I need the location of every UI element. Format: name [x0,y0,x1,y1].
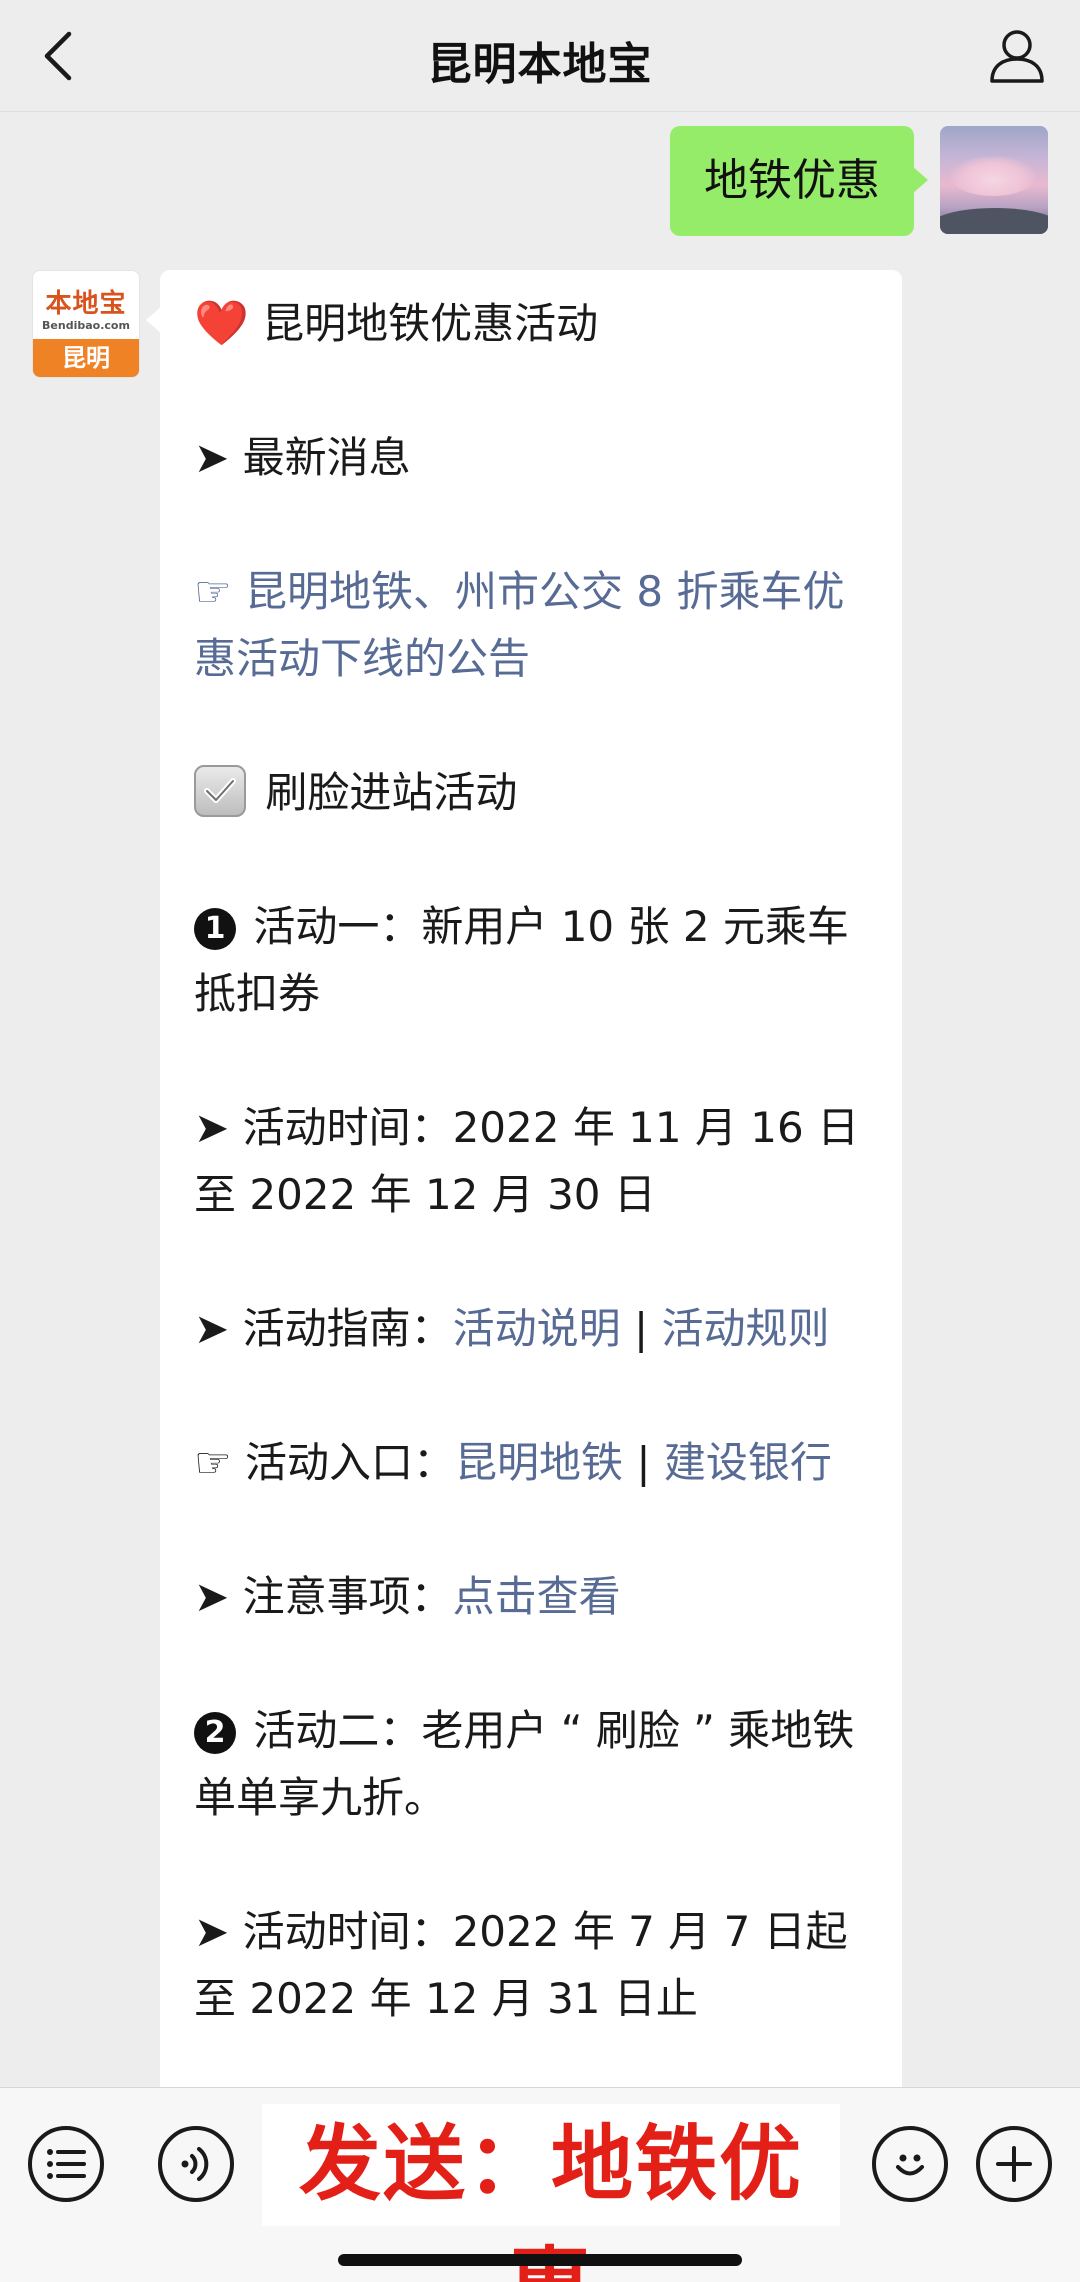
separator: | [620,1304,662,1353]
activity-one-time-line: ➤ 活动时间：2022 年 11 月 16 日至 2022 年 12 月 30 … [194,1094,872,1228]
notes-link[interactable]: 点击查看 [453,1572,621,1621]
pointing-hand-icon: ☞ [194,1438,232,1487]
separator: | [623,1438,664,1487]
notice-line: ☞ 昆明地铁、州市公交 8 折乘车优惠活动下线的公告 [194,558,872,692]
emoji-button[interactable] [872,2126,948,2202]
notes-label: 注意事项： [242,1572,453,1621]
message-title-line: ❤️ 昆明地铁优惠活动 [194,290,872,357]
page-title: 昆明本地宝 [427,39,653,90]
avatar-city-label: 昆明 [33,339,139,377]
incoming-message-row: 本地宝 Bendibao.com 昆明 ❤️ 昆明地铁优惠活动 ➤ 最新消息 ☞… [32,270,902,2087]
guide-label: 活动指南： [242,1304,453,1353]
home-indicator[interactable] [338,2254,742,2266]
plus-button[interactable] [976,2126,1052,2202]
outgoing-message-bubble[interactable]: 地铁优惠 [670,126,928,236]
arrow-icon: ➤ [194,1103,230,1152]
emoji-icon [896,2154,924,2176]
entry-bank-link[interactable]: 建设银行 [664,1438,832,1487]
bottom-input-bar: 发送：地铁优惠 [0,2087,1080,2282]
arrow-icon: ➤ [194,433,230,482]
checkbox-icon [194,765,246,817]
profile-button[interactable] [984,22,1050,88]
number-one-icon: 1 [194,908,236,950]
activity-two-line: 2 活动二：老用户 “ 刷脸 ” 乘地铁单单享九折。 [194,1697,872,1831]
incoming-message-bubble[interactable]: ❤️ 昆明地铁优惠活动 ➤ 最新消息 ☞ 昆明地铁、州市公交 8 折乘车优惠活动… [146,270,902,2087]
send-keyword-overlay: 发送：地铁优惠 [262,2104,840,2282]
chat-area[interactable]: 地铁优惠 本地宝 Bendibao.com 昆明 ❤️ 昆明地铁优惠活动 ➤ 最… [0,112,1080,2087]
arrow-icon: ➤ [194,1304,230,1353]
latest-news-line: ➤ 最新消息 [194,424,872,491]
entry-label: 活动入口： [245,1438,456,1487]
activity-one-time-label: 活动时间： [242,1103,453,1152]
guide-rules-link[interactable]: 活动规则 [661,1304,829,1353]
entry-line: ☞ 活动入口：昆明地铁 | 建设银行 [194,1429,872,1496]
number-two-icon: 2 [194,1712,236,1754]
activity-one-line: 1 活动一：新用户 10 张 2 元乘车抵扣券 [194,893,872,1027]
notes-line: ➤ 注意事项：点击查看 [194,1563,872,1630]
outgoing-message-row: 地铁优惠 [670,126,1048,236]
avatar-cloud [950,156,1036,196]
pointing-hand-icon: ☞ [194,567,232,616]
avatar-logo-url: Bendibao.com [42,319,130,332]
avatar-logo-text: 本地宝 [45,289,127,319]
activity-two-text: 活动二：老用户 “ 刷脸 ” 乘地铁单单享九折。 [194,1706,855,1822]
menu-icon [47,2149,86,2179]
latest-news-label: 最新消息 [242,433,411,482]
activity-one-text: 活动一：新用户 10 张 2 元乘车抵扣券 [194,902,849,1018]
heart-icon: ❤️ [194,298,249,349]
notice-link[interactable]: 昆明地铁、州市公交 8 折乘车优惠活动下线的公告 [194,567,844,683]
voice-button[interactable] [158,2126,234,2202]
arrow-icon: ➤ [194,1907,230,1956]
voice-icon [181,2147,209,2181]
face-scan-line: 刷脸进站活动 [194,759,872,826]
face-scan-label: 刷脸进站活动 [265,768,518,817]
person-icon [990,30,1044,83]
message-title: 昆明地铁优惠活动 [262,299,599,348]
arrow-icon: ➤ [194,1572,230,1621]
bot-avatar[interactable]: 本地宝 Bendibao.com 昆明 [32,270,140,378]
activity-two-time-label: 活动时间： [242,1907,453,1956]
plus-icon [996,2146,1032,2182]
user-avatar[interactable] [940,126,1048,234]
entry-metro-link[interactable]: 昆明地铁 [455,1438,623,1487]
activity-two-time-line: ➤ 活动时间：2022 年 7 月 7 日起至 2022 年 12 月 31 日… [194,1898,872,2032]
guide-description-link[interactable]: 活动说明 [453,1304,621,1353]
avatar-hill [940,208,1048,234]
menu-button[interactable] [28,2126,104,2202]
top-nav-bar: 昆明本地宝 [0,0,1080,112]
guide-line: ➤ 活动指南：活动说明 | 活动规则 [194,1295,872,1362]
